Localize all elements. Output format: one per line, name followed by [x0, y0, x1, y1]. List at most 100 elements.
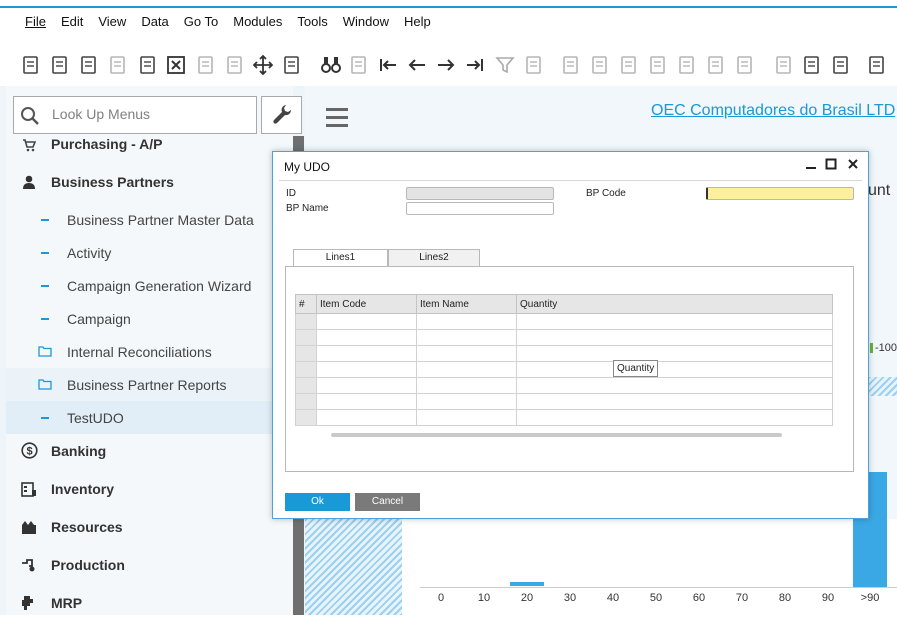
- row-header-cell[interactable]: [295, 377, 317, 394]
- grid-cell[interactable]: [316, 409, 417, 426]
- grid-cell[interactable]: [516, 393, 833, 410]
- fax-icon[interactable]: [137, 54, 159, 76]
- base-doc-icon[interactable]: [560, 54, 582, 76]
- sidebar-item-activity[interactable]: Activity: [6, 236, 293, 269]
- row-header-cell[interactable]: [295, 345, 317, 362]
- col-header-item-code[interactable]: Item Code: [316, 294, 417, 314]
- maximize-icon[interactable]: [824, 157, 838, 171]
- grid-cell[interactable]: [516, 361, 833, 378]
- edit-icon[interactable]: [773, 54, 795, 76]
- grid-cell[interactable]: [416, 377, 517, 394]
- sidebar-item-internal-reconciliations[interactable]: Internal Reconciliations: [6, 335, 293, 368]
- sidebar-item-testudo[interactable]: TestUDO: [6, 401, 293, 434]
- menu-tools[interactable]: Tools: [289, 10, 334, 34]
- module-purchasing[interactable]: Purchasing - A/P: [6, 128, 293, 158]
- menu-goto[interactable]: Go To: [176, 10, 225, 34]
- grid-horizontal-scrollbar[interactable]: [331, 433, 782, 437]
- binoculars-icon[interactable]: [320, 54, 342, 76]
- sidebar-item-campaign-generation-wizard[interactable]: Campaign Generation Wizard: [6, 269, 293, 302]
- filter-icon[interactable]: [494, 54, 516, 76]
- tab-lines2[interactable]: Lines2: [388, 249, 480, 266]
- form-settings-icon[interactable]: [281, 54, 303, 76]
- first-record-icon[interactable]: [377, 54, 399, 76]
- menu-edit[interactable]: Edit: [53, 10, 90, 34]
- grid-cell[interactable]: [316, 313, 417, 330]
- tab-lines1[interactable]: Lines1: [293, 249, 388, 266]
- grid-cell[interactable]: [516, 409, 833, 426]
- module-mrp[interactable]: MRP: [6, 586, 293, 619]
- col-header-item-name[interactable]: Item Name: [416, 294, 517, 314]
- grid-cell[interactable]: [316, 345, 417, 362]
- grid-cell[interactable]: [516, 313, 833, 330]
- module-resources[interactable]: Resources: [6, 510, 293, 543]
- menu-modules[interactable]: Modules: [225, 10, 289, 34]
- row-header-cell[interactable]: [295, 329, 317, 346]
- move-icon[interactable]: [252, 54, 274, 76]
- grid-cell[interactable]: [416, 409, 517, 426]
- email-icon[interactable]: [78, 54, 100, 76]
- sidebar-item-campaign[interactable]: Campaign: [6, 302, 293, 335]
- grid-cell[interactable]: [416, 393, 517, 410]
- table-row[interactable]: [295, 377, 833, 394]
- row-header-cell[interactable]: [295, 313, 317, 330]
- menu-window[interactable]: Window: [335, 10, 396, 34]
- grid-cell[interactable]: [416, 313, 517, 330]
- col-header-quantity[interactable]: Quantity: [516, 294, 833, 314]
- bp-name-field[interactable]: [406, 202, 554, 215]
- module-inventory[interactable]: Inventory: [6, 472, 293, 505]
- table-row[interactable]: [295, 361, 833, 378]
- print-preview-icon[interactable]: [49, 54, 71, 76]
- config-icon[interactable]: [830, 54, 852, 76]
- row-header-cell[interactable]: [295, 361, 317, 378]
- grid-cell[interactable]: [316, 361, 417, 378]
- close-icon[interactable]: [846, 157, 860, 171]
- payment-icon[interactable]: [618, 54, 640, 76]
- previous-record-icon[interactable]: [406, 54, 428, 76]
- module-banking[interactable]: $ Banking: [6, 434, 293, 467]
- minimize-icon[interactable]: [804, 157, 818, 171]
- cancel-button[interactable]: Cancel: [355, 493, 420, 511]
- table-row[interactable]: [295, 345, 833, 362]
- sort-icon[interactable]: [523, 54, 545, 76]
- menu-file[interactable]: File: [17, 10, 53, 34]
- add-doc-icon[interactable]: [348, 54, 370, 76]
- balance-icon[interactable]: [676, 54, 698, 76]
- sms-icon[interactable]: [107, 54, 129, 76]
- last-record-icon[interactable]: [464, 54, 486, 76]
- grid-cell[interactable]: [516, 345, 833, 362]
- gross-profit-icon[interactable]: [734, 54, 756, 76]
- grid-cell[interactable]: [316, 393, 417, 410]
- grid-cell[interactable]: [416, 329, 517, 346]
- sidebar-item-business-partner-master-data[interactable]: Business Partner Master Data: [6, 203, 293, 236]
- row-header-cell[interactable]: [295, 393, 317, 410]
- pdf-icon[interactable]: [224, 54, 246, 76]
- module-business-partners[interactable]: Business Partners: [6, 165, 293, 198]
- id-field[interactable]: [406, 187, 554, 200]
- menu-view[interactable]: View: [90, 10, 133, 34]
- row-header-cell[interactable]: [295, 409, 317, 426]
- approve-icon[interactable]: [866, 54, 888, 76]
- menu-search-input[interactable]: [50, 105, 249, 123]
- grid-cell[interactable]: [516, 329, 833, 346]
- menu-help[interactable]: Help: [396, 10, 438, 34]
- col-header-number[interactable]: #: [295, 294, 317, 314]
- grid-cell[interactable]: [516, 377, 833, 394]
- journal-icon[interactable]: [705, 54, 727, 76]
- excel-icon[interactable]: [165, 54, 187, 76]
- menu-data[interactable]: Data: [133, 10, 175, 34]
- settings-doc-icon[interactable]: [801, 54, 823, 76]
- table-row[interactable]: [295, 313, 833, 330]
- word-icon[interactable]: [195, 54, 217, 76]
- grid-cell[interactable]: [416, 345, 517, 362]
- table-row[interactable]: [295, 393, 833, 410]
- search-doc-icon[interactable]: [20, 54, 42, 76]
- hamburger-menu-icon[interactable]: [326, 108, 348, 132]
- table-row[interactable]: [295, 329, 833, 346]
- company-name-link[interactable]: OEC Computadores do Brasil LTD: [651, 102, 895, 120]
- grid-cell[interactable]: [416, 361, 517, 378]
- payment-means-icon[interactable]: [647, 54, 669, 76]
- table-row[interactable]: [295, 409, 833, 426]
- ok-button[interactable]: Ok: [285, 493, 350, 511]
- sidebar-item-business-partner-reports[interactable]: Business Partner Reports: [6, 368, 293, 401]
- bp-code-field[interactable]: [706, 187, 854, 200]
